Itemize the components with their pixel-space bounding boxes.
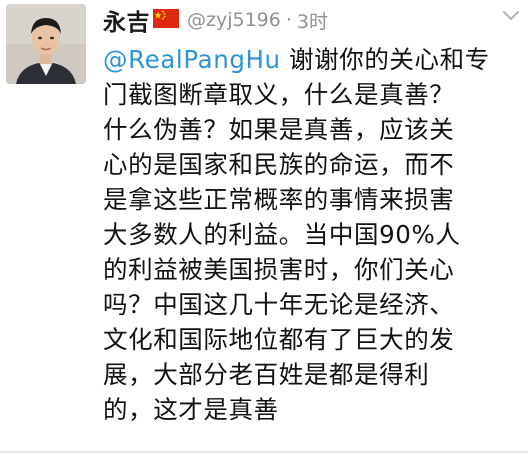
tweet-line-5: 是拿这些正常概率的事情来损害	[103, 185, 455, 214]
author-name[interactable]: 永吉	[103, 3, 150, 37]
tweet-timestamp[interactable]: 3时	[297, 7, 328, 34]
tweet-line-4: 心的是国家和民族的命运，而不	[103, 150, 455, 179]
tweet-line-1: @RealPangHu 谢谢你的关心和专	[103, 42, 523, 77]
tweet-line-6: 大多数人的利益。当中国90%人	[103, 220, 461, 249]
tweet-line-9: 文化和国际地位都有了巨大的发	[103, 325, 455, 354]
china-flag-icon	[153, 8, 179, 28]
tweet-card[interactable]: 永吉 @zyj5196 · 3时 @RealPangHu 谢谢你的关心和专 门截…	[0, 0, 528, 453]
avatar[interactable]	[6, 4, 86, 84]
tweet-line-10: 展，大部分老百姓是都是得利	[103, 360, 430, 389]
tweet-line-3: 什么伪善？如果是真善，应该关	[103, 115, 455, 144]
tweet-line-7: 的利益被美国损害时，你们关心	[103, 255, 455, 284]
mention-link[interactable]: @RealPangHu	[103, 45, 281, 74]
tweet-line-11: 的，这才是真善	[103, 395, 279, 424]
author-handle[interactable]: @zyj5196	[187, 9, 281, 31]
chevron-down-icon[interactable]	[502, 8, 520, 22]
tweet-header: 永吉 @zyj5196 · 3时	[103, 3, 328, 37]
tweet-line-text: 谢谢你的关心和专	[280, 45, 490, 74]
avatar-photo	[6, 4, 86, 84]
tweet-line-8: 吗？中国这几十年无论是经济、	[103, 290, 455, 319]
tweet-line-2: 门截图断章取义，什么是真善？	[103, 80, 455, 109]
tweet-text: @RealPangHu 谢谢你的关心和专 门截图断章取义，什么是真善？ 什么伪善…	[103, 42, 523, 427]
separator-dot: ·	[285, 9, 292, 31]
